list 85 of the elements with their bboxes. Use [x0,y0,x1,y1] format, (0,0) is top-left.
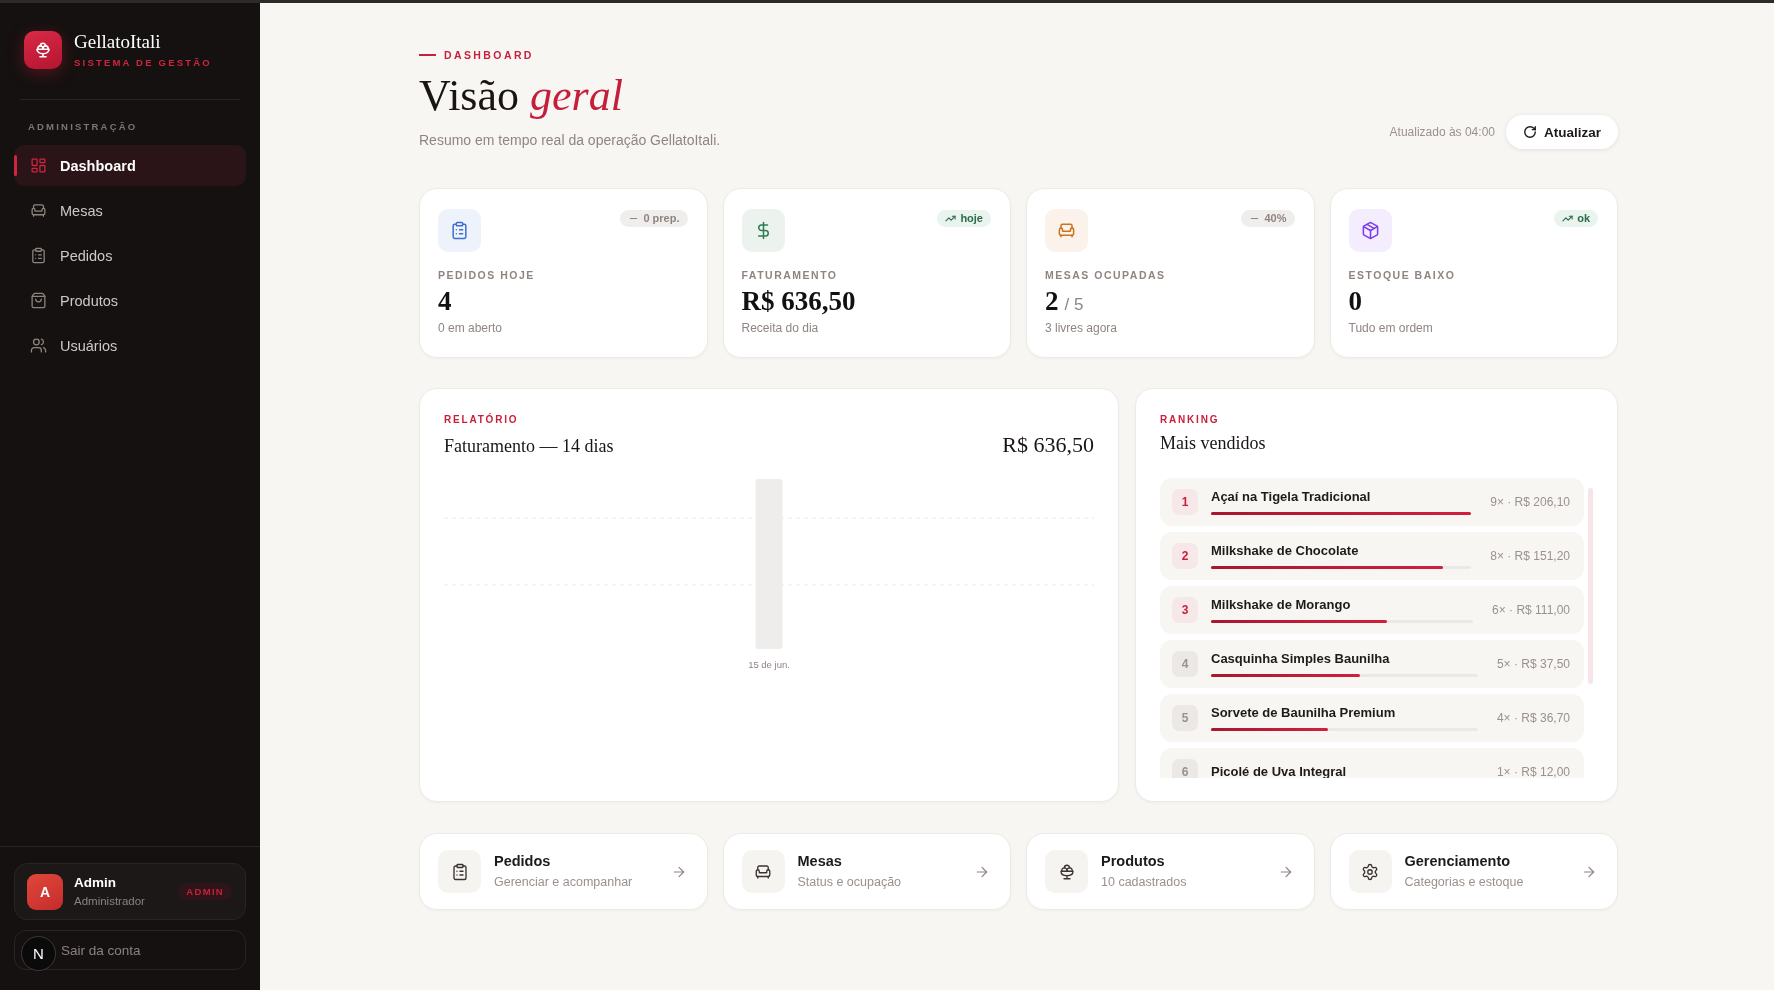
trend-text: 0 prep. [643,212,680,225]
rank-number: 1 [1172,489,1198,515]
sidebar-item[interactable]: Dashboard [14,145,246,186]
shortcut-card[interactable]: Gerenciamento Categorias e estoque [1329,833,1618,910]
sales-summary: 5× · R$ 37,50 [1496,657,1570,671]
shopping-bag-icon [30,292,47,309]
section-label: ADMINISTRAÇÃO [28,121,138,133]
brand-name: GellatoItali [74,32,161,52]
trend-up-icon [1562,213,1574,224]
users-icon [30,337,47,354]
trend-text: ok [1577,212,1590,225]
clipboard-icon [30,247,47,264]
sales-summary: 9× · R$ 206,10 [1490,495,1570,509]
shortcut-card[interactable]: Produtos 10 cadastrados [1026,833,1315,910]
page-title: Visão geral [419,70,623,122]
panel-eyebrow: RELATÓRIO [444,414,519,426]
grid-icon [30,157,47,174]
refresh-button[interactable]: Atualizar [1506,115,1618,149]
shortcut-card[interactable]: Mesas Status e ocupação [722,833,1011,910]
product-name: Açaí na Tigela Tradicional [1211,489,1371,505]
trend-text: 40% [1264,212,1287,225]
shortcut-subtitle: 10 cadastrados [1101,875,1187,890]
stat-label: PEDIDOS HOJE [438,269,535,281]
sidebar-item[interactable]: Produtos [14,280,246,321]
shortcut-subtitle: Status e ocupação [797,875,902,890]
ice-cream-bowl-icon [24,31,62,69]
stat-subtitle: Tudo em ordem [1348,321,1433,335]
armchair-icon [30,202,47,219]
product-name: Sorvete de Baunilha Premium [1211,705,1396,721]
sales-summary: 1× · R$ 12,00 [1496,765,1570,778]
avatar: A [27,873,63,910]
trend-text: hoje [960,212,983,225]
refresh-icon [1523,125,1537,139]
page-eyebrow: DASHBOARD [419,49,534,61]
scrollbar-thumb[interactable] [1588,488,1593,684]
product-name: Milkshake de Chocolate [1211,543,1359,559]
sales-summary: 6× · R$ 111,00 [1492,603,1570,617]
stat-value: 2 [1045,286,1059,316]
product-name: Milkshake de Morango [1211,597,1351,613]
stat-value: 4 [438,286,452,316]
stat-label: FATURAMENTO [741,269,838,281]
stat-label: ESTOQUE BAIXO [1348,269,1456,281]
shortcut-title: Pedidos [494,853,551,870]
armchair-icon [741,850,785,893]
rank-number: 4 [1172,651,1198,677]
sidebar-item[interactable]: Pedidos [14,235,246,276]
rank-number: 3 [1172,597,1198,623]
user-role: Administrador [74,894,145,908]
role-tag: ADMIN [178,883,232,900]
sales-summary: 8× · R$ 151,20 [1490,549,1570,563]
axis-label: 15 de jun. [748,659,790,670]
shortcut-subtitle: Gerenciar e acompanhar [494,875,633,890]
stat-value: 0 [1348,286,1362,316]
sales-summary: 4× · R$ 36,70 [1496,711,1570,725]
shortcut-card[interactable]: Pedidos Gerenciar e acompanhar [419,833,708,910]
floating-round-button[interactable]: N [21,936,56,971]
brand-tagline: SISTEMA DE GESTÃO [74,57,212,68]
shortcut-title: Mesas [797,853,842,870]
sidebar-item[interactable]: Mesas [14,190,246,231]
stat-value: R$ 636,50 [741,286,856,316]
panel-title: Faturamento — 14 dias [444,435,614,457]
user-name: Admin [74,875,116,891]
panel-eyebrow: RANKING [1160,414,1220,426]
revenue-total: R$ 636,50 [1002,432,1094,458]
shortcut-subtitle: Categorias e estoque [1404,875,1524,890]
settings-icon [1348,850,1392,893]
panel-title: Mais vendidos [1160,432,1266,454]
updated-time: Atualizado às 04:00 [1389,125,1495,139]
page-subtitle: Resumo em tempo real da operação GellatoItali. [419,132,721,149]
product-name: Picolé de Uva Integral [1211,764,1347,778]
ice-cream-bowl-icon [1045,850,1088,893]
shortcut-title: Produtos [1101,853,1165,870]
trend-up-icon [945,213,957,224]
product-name: Casquinha Simples Baunilha [1211,651,1390,667]
rank-number: 6 [1172,759,1198,778]
shortcut-title: Gerenciamento [1404,853,1511,870]
rank-number: 5 [1172,705,1198,731]
stat-subtitle: Receita do dia [741,321,819,335]
rank-number: 2 [1172,543,1198,569]
sidebar-item[interactable]: Usuários [14,325,246,366]
stat-label: MESAS OCUPADAS [1045,269,1166,281]
clipboard-icon [438,850,481,893]
stat-subtitle: 3 livres agora [1045,321,1118,335]
stat-total: / 5 [1064,295,1084,315]
stat-subtitle: 0 em aberto [438,321,503,335]
